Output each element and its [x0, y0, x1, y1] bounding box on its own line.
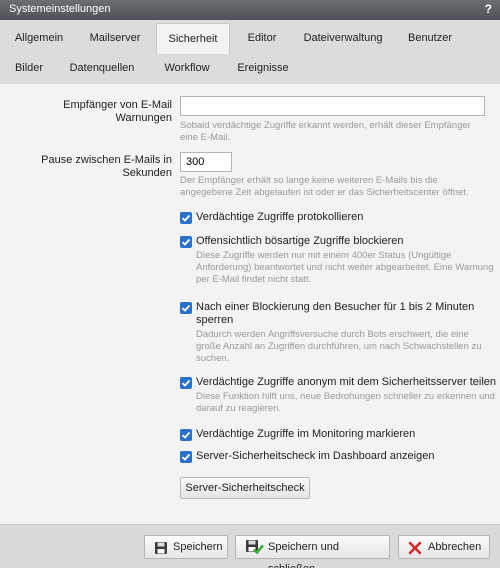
- window-title: Systemeinstellungen: [9, 3, 111, 15]
- checkbox-share-label: Verdächtige Zugriffe anonym mit dem Sich…: [196, 376, 496, 388]
- floppy-disk-icon: [155, 542, 167, 554]
- checkmark-icon: [181, 379, 191, 387]
- tab-allgemein[interactable]: Allgemein: [6, 23, 72, 54]
- cancel-button-label: Abbrechen: [428, 541, 482, 553]
- checkbox-dashboard-check[interactable]: [180, 451, 192, 463]
- cancel-button[interactable]: Abbrechen: [398, 535, 490, 559]
- email-recipient-input[interactable]: [180, 96, 485, 116]
- checkbox-log-label: Verdächtige Zugriffe protokollieren: [196, 211, 364, 223]
- checkbox-block-label: Offensichtlich bösartige Zugriffe blocki…: [196, 235, 404, 247]
- save-button[interactable]: Speichern: [144, 535, 228, 559]
- checkmark-icon: [181, 238, 191, 246]
- tab-ereignisse[interactable]: Ereignisse: [228, 53, 298, 84]
- checkbox-block-malicious[interactable]: [180, 236, 192, 248]
- settings-panel: Empfänger von E-Mail Warnungen Sobald ve…: [0, 84, 500, 524]
- checkbox-block-help: Diese Zugriffe werden nur mit einem 400e…: [196, 250, 494, 285]
- checkbox-monitoring-mark[interactable]: [180, 429, 192, 441]
- checkbox-lock-visitor[interactable]: [180, 302, 192, 314]
- pause-label: Pause zwischen E-Mails in Sekunden: [41, 154, 172, 179]
- email-recipient-label: Empfänger von E-Mail Warnungen: [63, 99, 172, 124]
- tab-row-1: Allgemein Mailserver Sicherheit Editor D…: [0, 23, 500, 54]
- red-x-icon: [408, 541, 422, 555]
- checkbox-share-help: Diese Funktion hilft uns, neue Bedrohung…: [196, 391, 495, 414]
- floppy-disk-check-icon: [246, 540, 264, 555]
- save-and-close-button[interactable]: Speichern und schließen: [235, 535, 390, 568]
- tab-editor[interactable]: Editor: [236, 23, 288, 54]
- checkbox-share-anonymous[interactable]: [180, 377, 192, 389]
- server-security-check-button[interactable]: Server-Sicherheitscheck: [180, 477, 310, 499]
- save-button-label: Speichern: [173, 541, 223, 553]
- pause-help: Der Empfänger erhält so lange keine weit…: [180, 175, 469, 198]
- dialog-footer: Speichern Speichern und schließen Abbrec…: [0, 524, 500, 568]
- tab-workflow[interactable]: Workflow: [154, 53, 220, 84]
- tab-bilder[interactable]: Bilder: [6, 53, 52, 84]
- checkmark-icon: [181, 214, 191, 222]
- tab-datenquellen[interactable]: Datenquellen: [62, 53, 142, 84]
- window-titlebar: Systemeinstellungen ?: [0, 0, 500, 20]
- email-recipient-help: Sobald verdächtige Zugriffe erkannt werd…: [180, 120, 471, 143]
- save-and-close-label: Speichern und schließen: [268, 541, 339, 568]
- checkbox-monitoring-label: Verdächtige Zugriffe im Monitoring marki…: [196, 428, 416, 440]
- tab-sicherheit[interactable]: Sicherheit: [156, 23, 230, 54]
- checkbox-dashboard-label: Server-Sicherheitscheck im Dashboard anz…: [196, 450, 435, 462]
- help-icon[interactable]: ?: [485, 2, 492, 16]
- tab-benutzer[interactable]: Benutzer: [398, 23, 462, 54]
- tab-mailserver[interactable]: Mailserver: [80, 23, 150, 54]
- pause-seconds-input[interactable]: [180, 152, 232, 172]
- checkmark-icon: [181, 304, 191, 312]
- checkmark-icon: [181, 431, 191, 439]
- tab-dateiverwaltung[interactable]: Dateiverwaltung: [298, 23, 388, 54]
- tab-row-2: Bilder Datenquellen Workflow Ereignisse: [0, 53, 500, 84]
- checkbox-log-suspicious[interactable]: [180, 212, 192, 224]
- tab-bar: Allgemein Mailserver Sicherheit Editor D…: [0, 20, 500, 84]
- checkbox-lock-help: Dadurch werden Angriffsversuche durch Bo…: [196, 329, 482, 364]
- checkbox-lock-label: Nach einer Blockierung den Besucher für …: [196, 301, 475, 326]
- checkmark-icon: [181, 453, 191, 461]
